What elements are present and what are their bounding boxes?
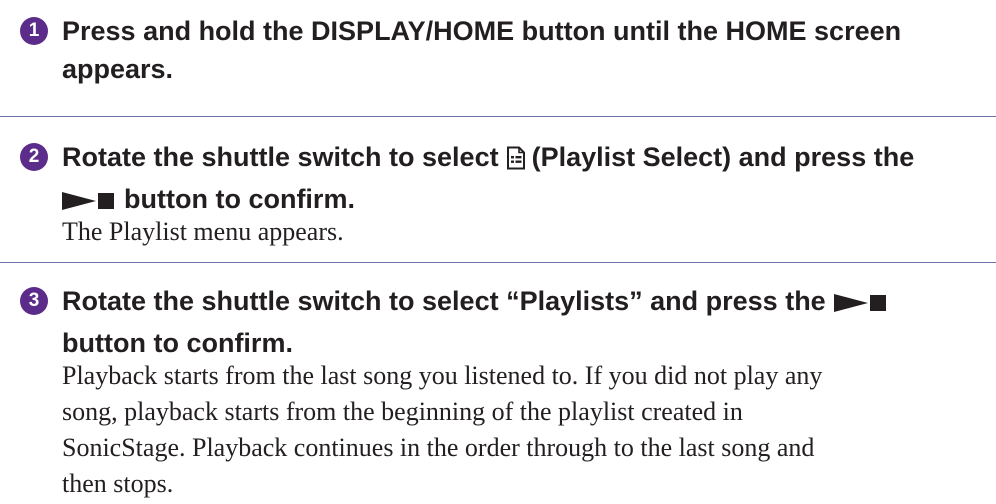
step-3-body-line-3: SonicStage. Playback continues in the or… <box>62 433 815 462</box>
step-1-number-badge: 1 <box>20 17 48 45</box>
step-2-body: The Playlist menu appears. <box>62 214 344 250</box>
step-3-heading-line-1: Rotate the shuttle switch to select “Pla… <box>62 282 888 324</box>
step-3-body-line-2: song, playback starts from the beginning… <box>62 397 743 426</box>
step-3-number-badge: 3 <box>20 287 48 315</box>
separator-1 <box>0 116 996 117</box>
step-1-heading: Press and hold the DISPLAY/HOME button u… <box>62 12 901 88</box>
step-3-heading-text-a: Rotate the shuttle switch to select “Pla… <box>62 286 826 316</box>
step-3-body-line-1: Playback starts from the last song you l… <box>62 361 823 390</box>
separator-2 <box>0 262 996 263</box>
playlist-select-icon <box>506 142 526 180</box>
step-3-body: Playback starts from the last song you l… <box>62 358 822 502</box>
step-1-heading-line-2: appears. <box>62 54 174 84</box>
step-2-heading: Rotate the shuttle switch to select (Play… <box>62 138 914 222</box>
step-3-heading-line-2: button to confirm. <box>62 328 293 358</box>
step-1-heading-line-1: Press and hold the DISPLAY/HOME button u… <box>62 16 902 46</box>
step-3-heading: Rotate the shuttle switch to select “Pla… <box>62 282 888 362</box>
step-2-heading-text-c: button to confirm. <box>124 184 355 214</box>
step-2-body-line-1: The Playlist menu appears. <box>62 217 344 246</box>
step-2-heading-line-1: Rotate the shuttle switch to select (Play… <box>62 138 914 180</box>
step-2-heading-text-b: (Playlist Select) and press the <box>531 142 915 172</box>
step-2-heading-text-a: Rotate the shuttle switch to select <box>62 142 499 172</box>
play-stop-icon <box>833 286 888 324</box>
step-2-number-badge: 2 <box>20 143 48 171</box>
step-3-body-line-4: then stops. <box>62 469 174 498</box>
